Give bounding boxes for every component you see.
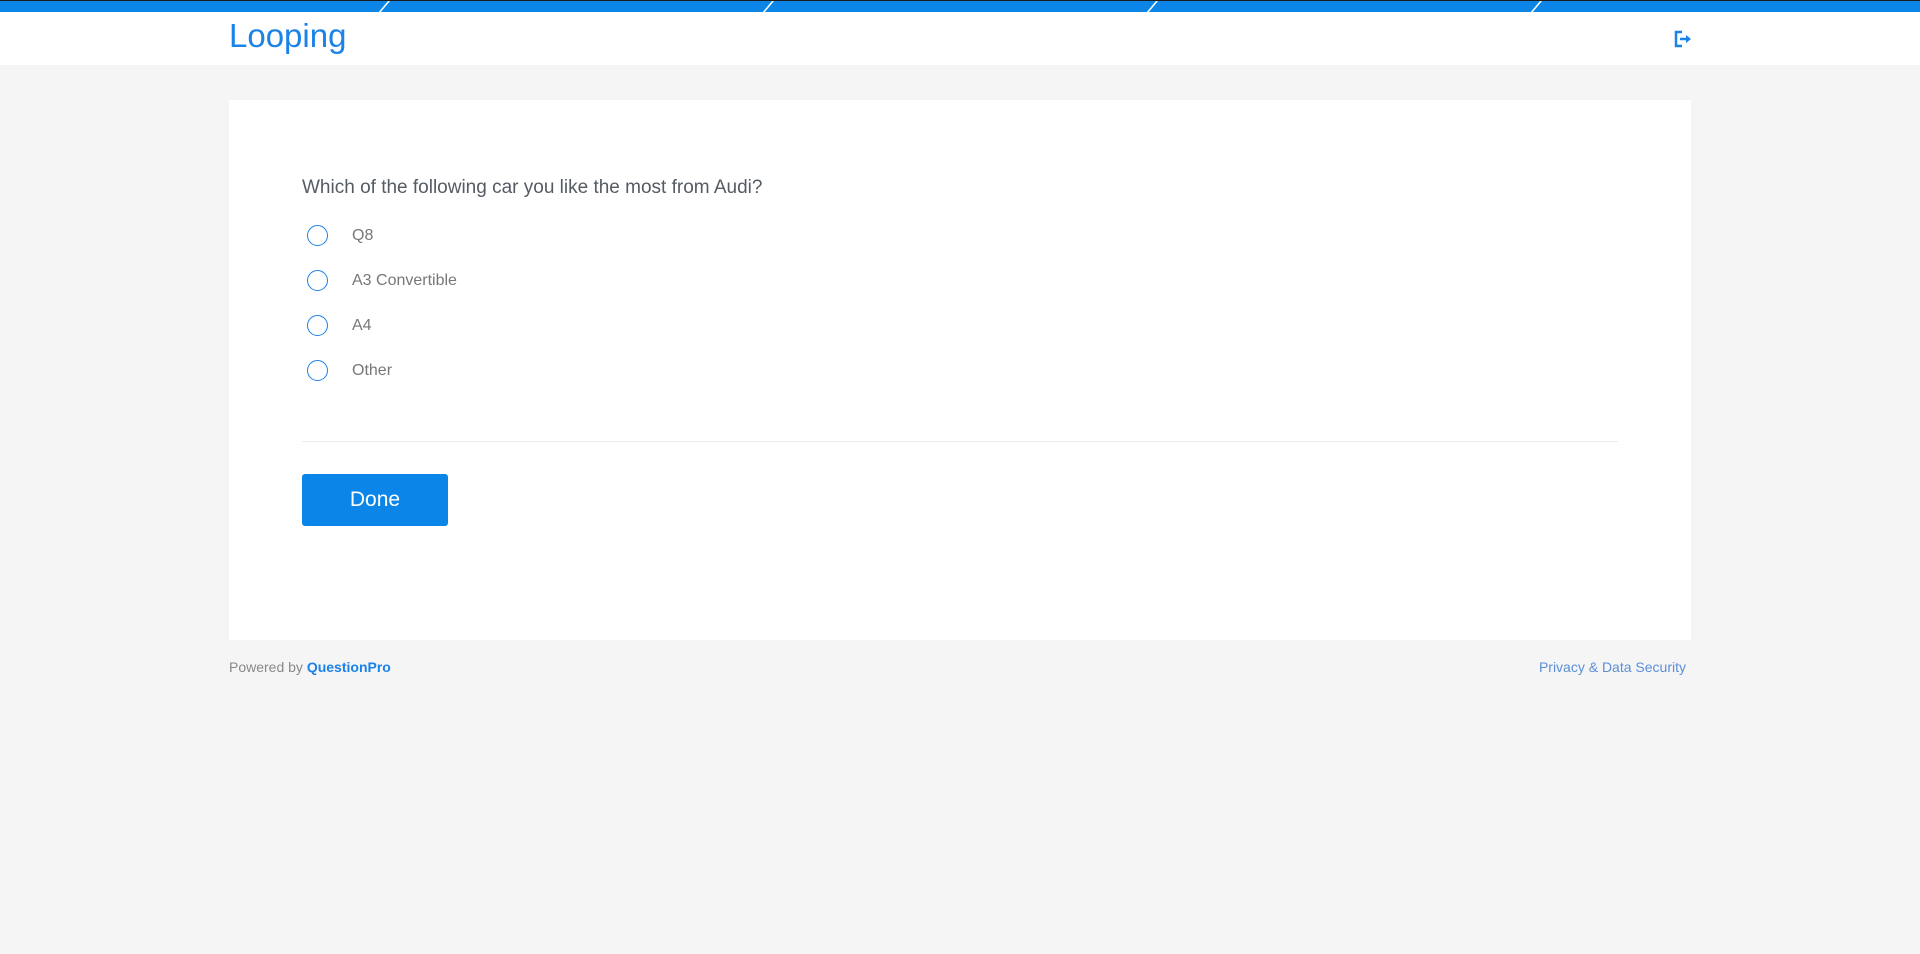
option-label: A3 Convertible — [352, 271, 457, 289]
option-other[interactable]: Other — [307, 360, 392, 381]
done-button[interactable]: Done — [302, 474, 448, 526]
survey-card: Which of the following car you like the … — [229, 100, 1691, 640]
questionpro-link[interactable]: QuestionPro — [307, 659, 391, 675]
radio-button[interactable] — [307, 360, 328, 381]
option-label: Other — [352, 361, 393, 379]
powered-by: Powered by QuestionPro — [229, 659, 391, 675]
privacy-link[interactable]: Privacy & Data Security — [1539, 659, 1686, 675]
option-a4[interactable]: A4 — [307, 315, 372, 336]
option-label: A4 — [352, 316, 372, 334]
header: Looping — [0, 12, 1920, 65]
powered-by-text: Powered by — [229, 659, 303, 675]
exit-icon[interactable] — [1673, 29, 1693, 49]
option-q8[interactable]: Q8 — [307, 225, 373, 246]
option-a3-convertible[interactable]: A3 Convertible — [307, 270, 457, 291]
radio-button[interactable] — [307, 270, 328, 291]
option-label: Q8 — [352, 226, 374, 244]
survey-title: Looping — [229, 17, 347, 54]
radio-button[interactable] — [307, 315, 328, 336]
progress-bar — [0, 0, 1920, 13]
divider — [302, 441, 1618, 442]
question-text: Which of the following car you like the … — [302, 177, 763, 198]
radio-button[interactable] — [307, 225, 328, 246]
